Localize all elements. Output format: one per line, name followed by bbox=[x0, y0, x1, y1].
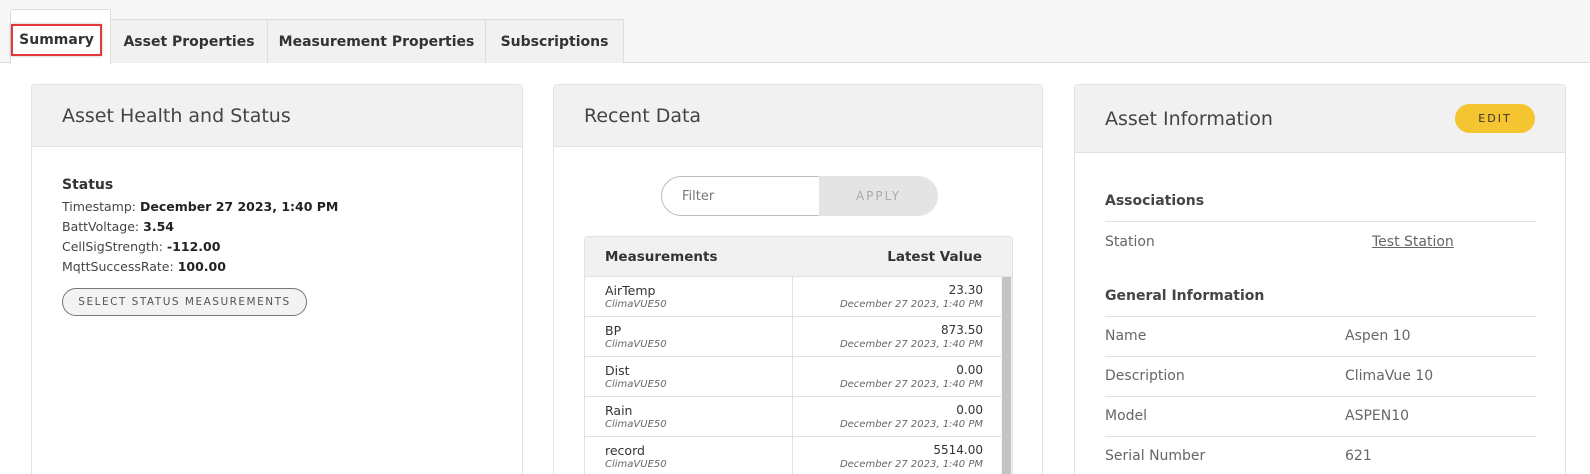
measurement-name: BP bbox=[605, 323, 622, 338]
edit-button[interactable]: EDIT bbox=[1455, 104, 1535, 133]
measurement-time: December 27 2023, 1:40 PM bbox=[839, 299, 983, 310]
measurement-time: December 27 2023, 1:40 PM bbox=[839, 379, 983, 390]
tab-summary[interactable]: Summary bbox=[10, 9, 111, 64]
filter-input[interactable] bbox=[661, 176, 821, 216]
asset-health-title: Asset Health and Status bbox=[62, 104, 291, 127]
measurement-value: 23.30 bbox=[948, 283, 983, 297]
station-link[interactable]: Test Station bbox=[1372, 234, 1454, 250]
tab-asset-properties-label: Asset Properties bbox=[123, 33, 255, 50]
model-label: Model bbox=[1105, 408, 1148, 424]
tab-measurement-properties-label: Measurement Properties bbox=[278, 33, 475, 50]
asset-health-header: Asset Health and Status bbox=[32, 85, 522, 147]
divider bbox=[1105, 221, 1536, 222]
measurement-name: AirTemp bbox=[605, 283, 656, 298]
measurements-table-header: Measurements Latest Value bbox=[585, 237, 1012, 277]
measurement-name: record bbox=[605, 443, 645, 458]
status-cellsigstrength-label: CellSigStrength: bbox=[62, 239, 163, 254]
col-measurements: Measurements bbox=[605, 248, 718, 265]
divider bbox=[1105, 316, 1536, 317]
measurement-source: ClimaVUE50 bbox=[605, 419, 667, 430]
status-timestamp: Timestamp: December 27 2023, 1:40 PM bbox=[62, 199, 338, 214]
tab-bar: Summary Asset Properties Measurement Pro… bbox=[0, 0, 1590, 64]
measurement-name: Dist bbox=[605, 363, 630, 378]
measurement-source: ClimaVUE50 bbox=[605, 299, 667, 310]
filter-group: APPLY bbox=[661, 176, 938, 216]
status-heading: Status bbox=[62, 177, 114, 193]
measurement-source: ClimaVUE50 bbox=[605, 339, 667, 350]
status-cellsigstrength: CellSigStrength: -112.00 bbox=[62, 239, 220, 254]
column-divider bbox=[792, 437, 793, 474]
tab-subscriptions[interactable]: Subscriptions bbox=[485, 19, 624, 63]
status-battvoltage: BattVoltage: 3.54 bbox=[62, 219, 174, 234]
associations-heading: Associations bbox=[1105, 193, 1205, 209]
measurement-source: ClimaVUE50 bbox=[605, 379, 667, 390]
status-battvoltage-value: 3.54 bbox=[143, 219, 174, 234]
measurement-value: 873.50 bbox=[941, 323, 983, 337]
tab-summary-highlight: Summary bbox=[11, 24, 102, 56]
measurement-time: December 27 2023, 1:40 PM bbox=[839, 419, 983, 430]
table-row[interactable]: Rain ClimaVUE50 0.00 December 27 2023, 1… bbox=[585, 397, 1002, 437]
column-divider bbox=[792, 397, 793, 437]
measurement-value: 5514.00 bbox=[933, 443, 983, 457]
model-value: ASPEN10 bbox=[1345, 408, 1410, 424]
serial-number-label: Serial Number bbox=[1105, 448, 1206, 464]
measurement-value: 0.00 bbox=[956, 403, 983, 417]
scrollbar-thumb[interactable] bbox=[1002, 277, 1011, 474]
recent-data-header: Recent Data bbox=[554, 85, 1042, 147]
description-label: Description bbox=[1105, 368, 1185, 384]
measurement-source: ClimaVUE50 bbox=[605, 459, 667, 470]
asset-health-panel: Asset Health and Status Status Timestamp… bbox=[31, 84, 523, 474]
divider bbox=[1105, 396, 1536, 397]
general-information-heading: General Information bbox=[1105, 288, 1265, 304]
status-cellsigstrength-value: -112.00 bbox=[166, 239, 221, 254]
select-status-measurements-button[interactable]: SELECT STATUS MEASUREMENTS bbox=[62, 288, 307, 316]
status-mqttsuccessrate-value: 100.00 bbox=[177, 259, 226, 274]
status-mqttsuccessrate-label: MqttSuccessRate: bbox=[62, 259, 174, 274]
measurement-value: 0.00 bbox=[956, 363, 983, 377]
table-row[interactable]: record ClimaVUE50 5514.00 December 27 20… bbox=[585, 437, 1002, 474]
name-value: Aspen 10 bbox=[1345, 328, 1411, 344]
status-battvoltage-label: BattVoltage: bbox=[62, 219, 140, 234]
table-row[interactable]: AirTemp ClimaVUE50 23.30 December 27 202… bbox=[585, 277, 1002, 317]
column-divider bbox=[792, 317, 793, 357]
apply-button[interactable]: APPLY bbox=[819, 176, 938, 216]
status-timestamp-value: December 27 2023, 1:40 PM bbox=[139, 199, 339, 214]
asset-information-header: Asset Information EDIT bbox=[1075, 85, 1565, 153]
column-divider bbox=[792, 277, 793, 317]
tab-summary-label: Summary bbox=[19, 32, 94, 48]
asset-information-panel: Asset Information EDIT Associations Stat… bbox=[1074, 84, 1566, 474]
measurements-table: Measurements Latest Value AirTemp ClimaV… bbox=[584, 236, 1013, 474]
divider bbox=[1105, 356, 1536, 357]
recent-data-title: Recent Data bbox=[584, 104, 702, 127]
station-label: Station bbox=[1105, 234, 1155, 250]
description-value: ClimaVue 10 bbox=[1345, 368, 1434, 384]
tab-subscriptions-label: Subscriptions bbox=[500, 33, 609, 50]
status-mqttsuccessrate: MqttSuccessRate: 100.00 bbox=[62, 259, 226, 274]
measurement-time: December 27 2023, 1:40 PM bbox=[839, 339, 983, 350]
col-latest-value: Latest Value bbox=[887, 248, 982, 265]
table-row[interactable]: BP ClimaVUE50 873.50 December 27 2023, 1… bbox=[585, 317, 1002, 357]
table-row[interactable]: Dist ClimaVUE50 0.00 December 27 2023, 1… bbox=[585, 357, 1002, 397]
tab-measurement-properties[interactable]: Measurement Properties bbox=[267, 19, 486, 63]
tab-asset-properties[interactable]: Asset Properties bbox=[110, 19, 268, 63]
divider bbox=[1105, 436, 1536, 437]
name-label: Name bbox=[1105, 328, 1147, 344]
measurement-time: December 27 2023, 1:40 PM bbox=[839, 459, 983, 470]
serial-number-value: 621 bbox=[1345, 448, 1372, 464]
column-divider bbox=[792, 357, 793, 397]
recent-data-panel: Recent Data APPLY Measurements Latest Va… bbox=[553, 84, 1043, 474]
asset-information-title: Asset Information bbox=[1105, 107, 1273, 130]
status-timestamp-label: Timestamp: bbox=[62, 199, 136, 214]
measurement-name: Rain bbox=[605, 403, 633, 418]
table-scrollbar[interactable] bbox=[1001, 277, 1012, 474]
